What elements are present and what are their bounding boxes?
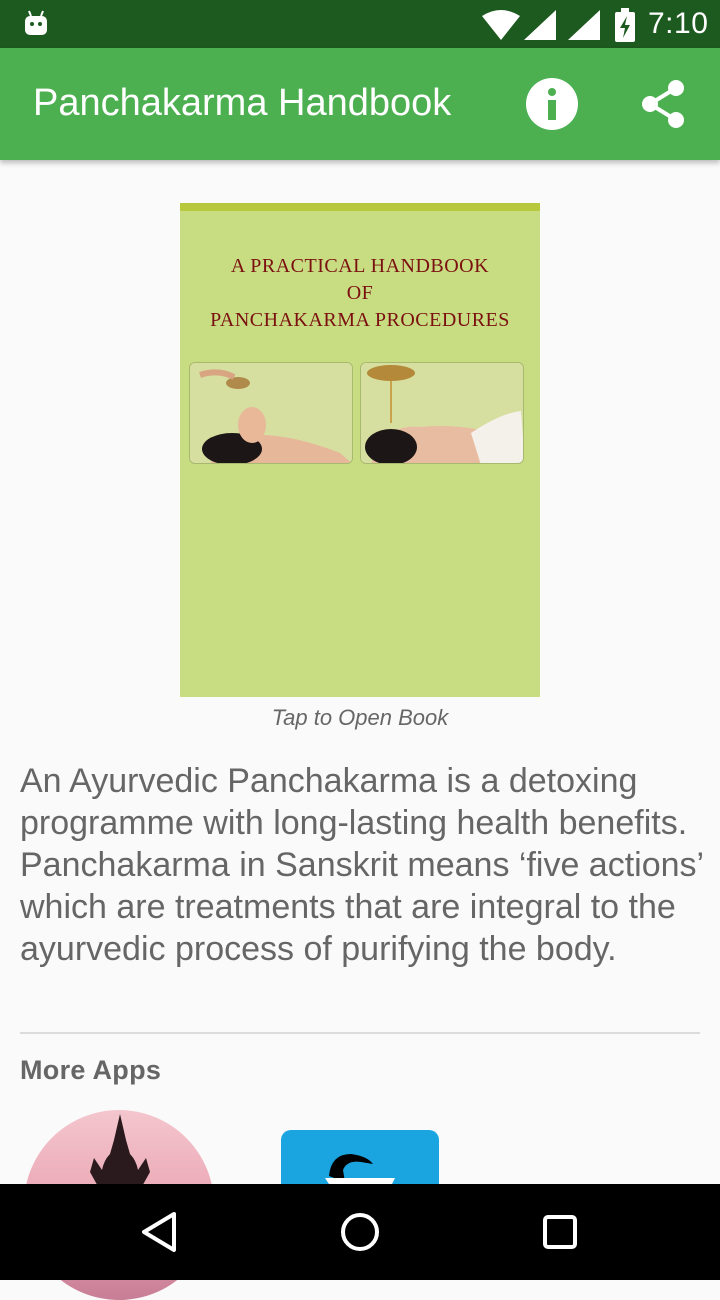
android-icon <box>25 10 47 35</box>
info-icon[interactable] <box>524 76 580 132</box>
home-icon[interactable] <box>334 1206 386 1258</box>
app-bar: Panchakarma Handbook <box>0 48 720 160</box>
cover-photo-left <box>189 362 353 464</box>
share-icon[interactable] <box>636 76 692 132</box>
cover-title-line: OF <box>346 282 374 304</box>
cover-title-line: A PRACTICAL HANDBOOK <box>230 255 490 277</box>
signal-icon <box>524 10 556 40</box>
divider <box>20 1032 700 1034</box>
status-bar: 7:10 <box>0 0 720 48</box>
recents-icon[interactable] <box>534 1206 586 1258</box>
description-text: An Ayurvedic Panchakarma is a detoxing p… <box>20 762 703 968</box>
battery-charging-icon <box>615 8 635 42</box>
app-title: Panchakarma Handbook <box>33 82 452 124</box>
book-cover[interactable]: A PRACTICAL HANDBOOK OF PANCHAKARMA PROC… <box>180 203 540 697</box>
cover-stripe <box>180 203 540 211</box>
open-book-caption: Tap to Open Book <box>271 705 449 730</box>
back-icon[interactable] <box>134 1206 186 1258</box>
cover-title: A PRACTICAL HANDBOOK OF PANCHAKARMA PROC… <box>180 253 540 334</box>
nav-bar <box>0 1184 720 1280</box>
more-apps-heading: More Apps <box>20 1055 162 1085</box>
signal-icon <box>568 10 600 40</box>
clock-time: 7:10 <box>648 7 709 40</box>
cover-photo-right <box>360 362 524 464</box>
wifi-icon <box>482 10 520 40</box>
cover-title-line: PANCHAKARMA PROCEDURES <box>210 309 510 331</box>
